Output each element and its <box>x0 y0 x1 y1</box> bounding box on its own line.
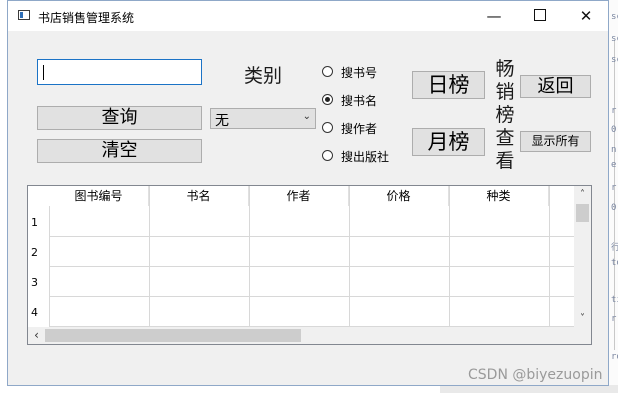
background-glyph: to <box>611 258 618 268</box>
background-glyph: 0, <box>611 125 618 135</box>
chevron-down-icon: ⌄ <box>302 111 311 122</box>
row-header[interactable]: 4 <box>28 306 49 319</box>
query-button[interactable]: 查询 <box>37 106 202 130</box>
grid-line <box>49 236 576 237</box>
background-glyph: n. <box>611 145 618 155</box>
background-glyph: r <box>611 314 617 324</box>
chevron-left-icon[interactable]: ‹ <box>28 327 45 344</box>
maximize-icon <box>534 9 546 21</box>
close-icon: ✕ <box>579 7 593 25</box>
bestseller-char: 榜 <box>495 104 515 126</box>
radio-label: 搜书号 <box>341 66 378 80</box>
background-glyph: r <box>611 106 617 116</box>
close-button[interactable]: ✕ <box>563 1 609 31</box>
show-all-button[interactable]: 显示所有 <box>520 131 591 152</box>
bestseller-char: 查 <box>495 127 515 149</box>
column-header-author[interactable]: 作者 <box>249 186 349 206</box>
maximize-button[interactable] <box>517 1 563 31</box>
books-table[interactable]: 图书编号 书名 作者 价格 种类 1 2 3 4 ˄ ˅ ‹ <box>27 185 592 345</box>
radio-indicator <box>322 66 333 77</box>
vertical-scrollbar[interactable]: ˄ ˅ <box>574 186 591 327</box>
grid-line <box>149 186 150 327</box>
category-select[interactable]: 无 ⌄ <box>210 108 316 129</box>
minimize-button[interactable]: — <box>471 1 517 31</box>
background-glyph: ro <box>611 352 618 362</box>
column-header-book-id[interactable]: 图书编号 <box>49 186 149 206</box>
grid-line <box>49 266 576 267</box>
window-title: 书店销售管理系统 <box>38 11 135 25</box>
column-header-title[interactable]: 书名 <box>149 186 249 206</box>
background-glyph: sc <box>611 34 618 44</box>
background-glyph: ti <box>611 295 618 305</box>
bestseller-char: 畅 <box>495 58 515 80</box>
back-button[interactable]: 返回 <box>520 75 591 98</box>
chevron-down-icon[interactable]: ˅ <box>574 310 591 327</box>
background-glyph: sc <box>611 12 618 22</box>
background-footer-strip <box>440 385 618 393</box>
chevron-up-icon[interactable]: ˄ <box>574 186 591 203</box>
minimize-icon: — <box>486 7 502 25</box>
bestseller-vertical-label: 畅 销 榜 查 看 <box>493 58 517 173</box>
vertical-scroll-thumb[interactable] <box>576 204 589 222</box>
radio-label: 搜作者 <box>341 122 378 136</box>
monthly-rank-button[interactable]: 月榜 <box>412 128 485 156</box>
bestseller-char: 看 <box>495 150 515 172</box>
horizontal-scrollbar[interactable]: ‹ <box>28 327 591 344</box>
app-icon <box>18 10 30 20</box>
table-header: 图书编号 书名 作者 价格 种类 <box>28 186 576 206</box>
radio-label: 搜出版社 <box>341 150 390 164</box>
background-glyph: e <box>611 160 617 170</box>
bestseller-char: 销 <box>495 81 515 103</box>
category-label: 类别 <box>244 65 283 87</box>
watermark-text: CSDN @biyezuopin <box>468 367 603 383</box>
column-header-price[interactable]: 价格 <box>349 186 449 206</box>
row-header[interactable]: 3 <box>28 276 49 289</box>
background-glyph: 0, <box>611 203 618 213</box>
grid-line <box>549 186 550 327</box>
text-caret <box>43 65 44 80</box>
grid-line <box>349 186 350 327</box>
radio-indicator-selected <box>322 94 333 105</box>
grid-line <box>449 186 450 327</box>
row-header[interactable]: 1 <box>28 216 49 229</box>
row-header[interactable]: 2 <box>28 246 49 259</box>
search-input[interactable] <box>37 59 202 85</box>
column-header-category[interactable]: 种类 <box>449 186 549 206</box>
horizontal-scroll-thumb[interactable] <box>45 329 301 342</box>
background-glyph: sc <box>611 55 618 65</box>
title-bar: 书店销售管理系统 — ✕ <box>8 1 608 31</box>
app-window: 书店销售管理系统 — ✕ 类别 查询 清空 无 ⌄ 搜书号 搜书名 搜作者 搜出… <box>7 0 609 386</box>
grid-line <box>49 296 576 297</box>
daily-rank-button[interactable]: 日榜 <box>412 71 485 99</box>
radio-indicator <box>322 122 333 133</box>
radio-indicator <box>322 150 333 161</box>
radio-label: 搜书名 <box>341 94 378 108</box>
clear-button[interactable]: 清空 <box>37 139 202 163</box>
grid-line <box>249 186 250 327</box>
background-glyph: 行 <box>611 243 618 253</box>
category-select-value: 无 <box>215 113 229 129</box>
background-glyph: r <box>611 183 617 193</box>
